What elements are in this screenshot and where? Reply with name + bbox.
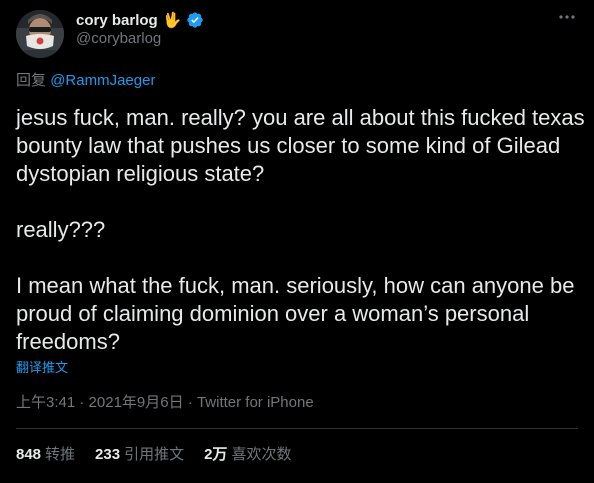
quote-tweets-stat[interactable]: 233 引用推文 bbox=[95, 443, 184, 464]
tweet-date[interactable]: 2021年9月6日 bbox=[89, 394, 184, 411]
verified-badge-icon bbox=[186, 11, 204, 29]
retweets-label: 转推 bbox=[45, 446, 76, 463]
retweets-count: 848 bbox=[16, 446, 42, 463]
likes-count: 2万 bbox=[204, 446, 228, 463]
likes-stat[interactable]: 2万 喜欢次数 bbox=[204, 443, 291, 464]
retweets-stat[interactable]: 848 转推 bbox=[16, 443, 75, 464]
vulcan-salute-emoji: 🖖 bbox=[162, 11, 182, 29]
translate-tweet-link[interactable]: 翻译推文 bbox=[16, 357, 68, 376]
quotes-count: 233 bbox=[95, 446, 121, 463]
tweet-time[interactable]: 上午3:41 bbox=[16, 394, 75, 411]
tweet-source[interactable]: Twitter for iPhone bbox=[197, 394, 314, 411]
meta-separator: · bbox=[79, 394, 85, 411]
avatar[interactable] bbox=[16, 10, 64, 58]
author-name-row[interactable]: cory barlog 🖖 bbox=[76, 10, 204, 30]
author-handle[interactable]: @corybarlog bbox=[76, 30, 161, 47]
divider bbox=[16, 428, 578, 429]
display-name[interactable]: cory barlog bbox=[76, 12, 158, 29]
tweet-metadata: 上午3:41 · 2021年9月6日 · Twitter for iPhone bbox=[16, 391, 314, 412]
tweet-text: jesus fuck, man. really? you are all abo… bbox=[16, 104, 586, 356]
tweet-card: cory barlog 🖖 @corybarlog 回复 @RammJaeger… bbox=[0, 0, 594, 483]
reply-mention-link[interactable]: @RammJaeger bbox=[50, 72, 155, 89]
quotes-label: 引用推文 bbox=[124, 446, 185, 463]
meta-separator: · bbox=[187, 394, 193, 411]
tweet-paragraph: jesus fuck, man. really? you are all abo… bbox=[16, 105, 585, 186]
reply-prefix: 回复 bbox=[16, 72, 47, 89]
engagement-stats: 848 转推 233 引用推文 2万 喜欢次数 bbox=[16, 443, 291, 464]
tweet-paragraph: I mean what the fuck, man. seriously, ho… bbox=[16, 273, 575, 354]
more-options-button[interactable] bbox=[556, 6, 578, 28]
more-dots-icon bbox=[559, 15, 575, 19]
replying-to: 回复 @RammJaeger bbox=[16, 69, 155, 90]
likes-label: 喜欢次数 bbox=[231, 446, 292, 463]
tweet-paragraph: really??? bbox=[16, 217, 106, 242]
